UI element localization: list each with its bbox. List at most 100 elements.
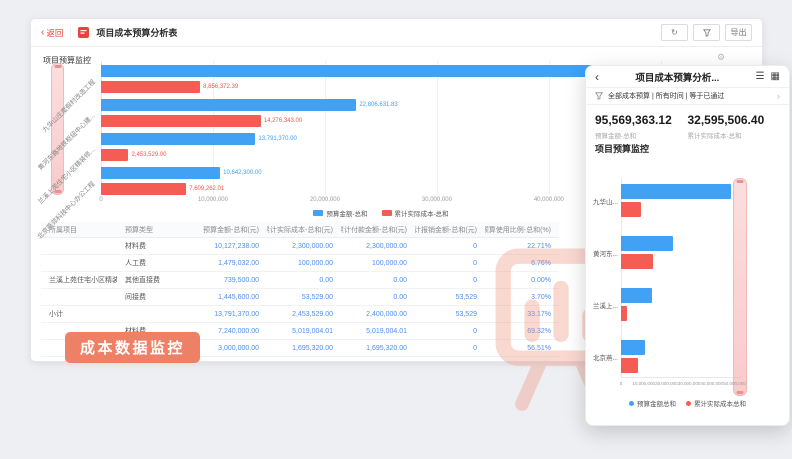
mobile-bar-budget[interactable]	[621, 288, 652, 303]
bar-value-label: 2,453,529.00	[131, 149, 166, 161]
cell-project	[41, 255, 117, 271]
filter-button[interactable]	[693, 24, 720, 41]
grid-view-icon[interactable]: ▦	[771, 71, 780, 82]
bar-budget[interactable]	[101, 99, 356, 111]
cell-value: 13,791,370.00	[195, 306, 267, 322]
mobile-bar-budget[interactable]	[621, 184, 731, 199]
cell-value: 100,000.00	[341, 255, 415, 271]
cell-value: 53,529.00	[267, 289, 341, 305]
mobile-x-axis	[621, 377, 741, 378]
mobile-chart-zoom-slider[interactable]	[733, 178, 747, 396]
mobile-x-axis-tick: 30,000,000	[678, 381, 701, 386]
cell-value: 2,400,000.00	[341, 306, 415, 322]
chart-legend: 预算金额-总和 累计实际成本-总和	[101, 208, 661, 218]
mobile-bar-actual-cost[interactable]	[621, 306, 627, 321]
bar-actual-cost[interactable]	[101, 115, 261, 127]
cell-value: 7,240,000.00	[195, 323, 267, 339]
table-row[interactable]: 材料费10,127,238.002,300,000.002,300,000.00…	[41, 238, 559, 255]
mobile-category-label: 黄河东...	[593, 248, 620, 258]
bar-value-label: 8,856,372.39	[203, 81, 238, 93]
bar-budget[interactable]	[101, 167, 220, 179]
cell-value: 69.32%	[485, 323, 559, 339]
category-label: 黄河东路地铁枢纽中心建...	[35, 110, 96, 171]
mobile-back-icon[interactable]: ‹	[595, 72, 599, 82]
table-header-cell: 预算类型	[117, 222, 195, 237]
cell-value: 5,019,004.01	[267, 323, 341, 339]
gridline	[437, 61, 438, 195]
cell-value: 0	[415, 238, 485, 254]
funnel-icon	[703, 29, 711, 37]
mobile-chart-legend: 预算金额总和 累计实际成本总和	[586, 398, 789, 408]
mobile-legend-item-budget[interactable]: 预算金额总和	[629, 398, 676, 408]
legend-label-actual: 累计实际成本-总和	[395, 208, 449, 218]
bar-budget[interactable]	[101, 133, 255, 145]
cell-value: 2,300,000.00	[341, 238, 415, 254]
stat-actual-label: 累计实际成本-总和	[688, 130, 781, 140]
mobile-legend-dot-blue	[629, 401, 634, 406]
cell-project: 小计	[41, 306, 117, 322]
cell-value: 0	[415, 272, 485, 288]
bar-actual-cost[interactable]	[101, 81, 200, 93]
cell-budget-type: 人工费	[117, 255, 195, 271]
bar-actual-cost[interactable]	[101, 183, 186, 195]
cell-value: 3.70%	[485, 289, 559, 305]
table-row[interactable]: 小计13,791,370.002,453,529.002,400,000.005…	[41, 306, 559, 323]
cell-project	[41, 238, 117, 254]
cell-value: 1,695,320.00	[267, 340, 341, 356]
mobile-legend-item-actual[interactable]: 累计实际成本总和	[686, 398, 746, 408]
back-chevron-icon: ‹	[41, 29, 44, 37]
cell-project: 兰溪上苑住宅小区精装修第...	[41, 272, 117, 288]
legend-swatch-red	[382, 210, 392, 216]
mobile-bar-budget[interactable]	[621, 340, 645, 355]
table-header-cell: 预算金额-总和(元)	[195, 222, 267, 237]
mobile-filter-bar[interactable]: 全部成本预算 | 所有时间 | 等于已通过 ›	[586, 88, 789, 105]
cell-value: 0.00	[267, 272, 341, 288]
cell-budget-type: 间接费	[117, 289, 195, 305]
x-axis-tick: 0	[99, 197, 102, 203]
table-header-row: 所属项目预算类型预算金额-总和(元)累计实际成本-总和(元)累计付款金额-总和(…	[41, 222, 559, 238]
legend-swatch-blue	[313, 210, 323, 216]
cell-project	[41, 289, 117, 305]
table-row[interactable]: 人工费1,479,032.00100,000.00100,000.0006.76…	[41, 255, 559, 272]
cell-value: 0.00	[341, 272, 415, 288]
bar-value-label: 7,609,262.01	[189, 183, 224, 195]
bar-actual-cost[interactable]	[101, 149, 128, 161]
back-button[interactable]: ‹ 返回	[41, 27, 63, 39]
cost-monitor-badge: 成本数据监控	[65, 332, 200, 363]
mobile-category-label: 兰溪上...	[593, 300, 620, 310]
x-axis-tick: 20,000,000	[310, 197, 340, 203]
mobile-x-axis-tick: 20,000,000	[655, 381, 678, 386]
gridline	[325, 61, 326, 195]
cell-value: 2,300,000.00	[267, 238, 341, 254]
legend-item-budget[interactable]: 预算金额-总和	[313, 208, 367, 218]
cell-value: 100,000.00	[267, 255, 341, 271]
cell-value: 33.17%	[485, 306, 559, 322]
page-title: 项目成本预算分析表	[96, 26, 177, 39]
mobile-bar-budget[interactable]	[621, 236, 673, 251]
cell-value: 6.76%	[485, 255, 559, 271]
cell-value: 2,453,529.00	[267, 306, 341, 322]
refresh-button[interactable]: ↻	[661, 24, 688, 41]
bar-value-label: 10,642,300.00	[223, 167, 261, 179]
mobile-title: 项目成本预算分析...	[605, 70, 750, 84]
export-button[interactable]: 导出	[725, 24, 752, 41]
table-row[interactable]: 兰溪上苑住宅小区精装修第...其他直接费739,500.000.000.0000…	[41, 272, 559, 289]
table-row[interactable]: 间接费1,445,600.0053,529.000.0053,5293.70%	[41, 289, 559, 306]
mobile-bar-actual-cost[interactable]	[621, 202, 641, 217]
mobile-bar-actual-cost[interactable]	[621, 358, 638, 373]
topbar-divider	[70, 28, 71, 38]
mobile-category-label: 北京燕...	[593, 352, 620, 362]
table-header-cell: 预算使用比例-总和(%)	[485, 222, 559, 237]
mobile-bar-actual-cost[interactable]	[621, 254, 653, 269]
bar-budget[interactable]	[101, 65, 642, 77]
refresh-icon: ↻	[671, 28, 678, 37]
list-view-icon[interactable]: ☰	[756, 71, 765, 82]
report-icon	[78, 27, 89, 38]
legend-item-actual[interactable]: 累计实际成本-总和	[382, 208, 449, 218]
x-axis-tick: 30,000,000	[422, 197, 452, 203]
gear-icon[interactable]: ⚙	[717, 52, 725, 63]
mobile-x-axis-tick: 40,000,000	[701, 381, 724, 386]
cell-value: 0	[415, 340, 485, 356]
cell-value: 3,000,000.00	[195, 340, 267, 356]
stat-actual-total: 32,595,506.40 累计实际成本-总和	[688, 113, 781, 140]
